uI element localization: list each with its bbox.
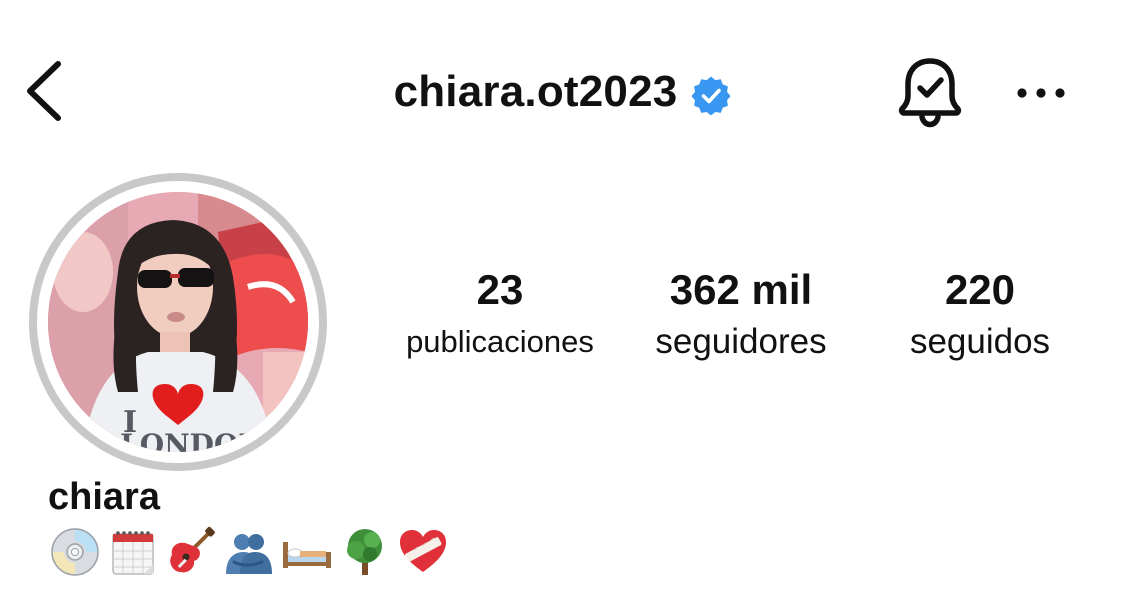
- username: chiara.ot2023: [393, 67, 678, 116]
- bio: [48, 526, 450, 578]
- cd-icon: [48, 526, 102, 578]
- display-name: chiara: [48, 476, 160, 518]
- avatar[interactable]: I LONDON: [48, 192, 308, 452]
- avatar-gap: I LONDON: [37, 181, 319, 463]
- stat-posts[interactable]: 23 publicaciones: [390, 262, 610, 364]
- posts-label: publicaciones: [406, 324, 594, 359]
- tree-icon: [338, 526, 392, 578]
- more-horizontal-icon: [1017, 88, 1065, 98]
- verified-badge-icon: [691, 75, 731, 116]
- more-options-button[interactable]: [1012, 76, 1070, 110]
- followers-count: 362 mil: [669, 266, 813, 313]
- bed-icon: [280, 526, 334, 578]
- posts-count: 23: [476, 266, 524, 313]
- profile-header-title: chiara.ot2023: [300, 62, 825, 122]
- mending-heart-icon: [396, 526, 450, 578]
- followers-label: seguidores: [655, 322, 827, 361]
- calendar-icon: [106, 526, 160, 578]
- notifications-button[interactable]: [896, 56, 964, 128]
- guitar-icon: [164, 526, 218, 578]
- back-button[interactable]: [20, 58, 72, 124]
- bell-check-icon: [898, 58, 962, 128]
- following-label: seguidos: [909, 322, 1051, 361]
- svg-text:LONDON: LONDON: [120, 428, 264, 452]
- stat-following[interactable]: 220 seguidos: [870, 262, 1090, 364]
- avatar-photo: I LONDON: [48, 192, 308, 452]
- people-hugging-icon: [222, 526, 276, 578]
- following-count: 220: [944, 266, 1016, 313]
- stat-followers[interactable]: 362 mil seguidores: [632, 262, 850, 364]
- chevron-left-icon: [27, 61, 61, 121]
- story-ring[interactable]: I LONDON: [29, 173, 327, 471]
